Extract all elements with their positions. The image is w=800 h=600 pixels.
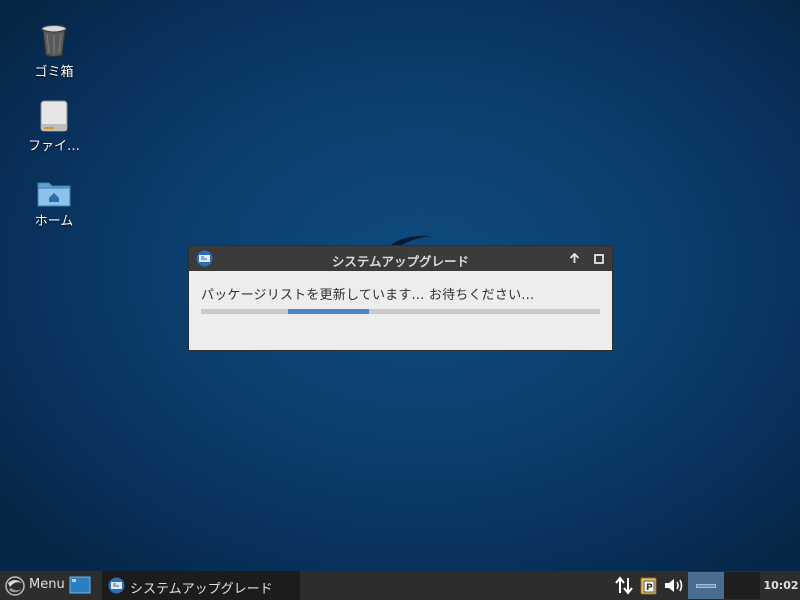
workspace-2[interactable] — [724, 572, 760, 599]
taskbar: Menu システムアップグレード P 10:02 — [0, 571, 800, 600]
maximize-icon — [593, 253, 604, 264]
workspace-window-preview — [696, 584, 716, 588]
drive-icon — [40, 100, 68, 132]
progress-bar — [201, 309, 600, 314]
desktop-icon-label: ホーム — [34, 214, 74, 229]
show-desktop-icon[interactable] — [69, 576, 91, 595]
menu-label: Menu — [29, 577, 65, 592]
parcellite-icon[interactable]: P — [640, 576, 658, 595]
app-icon — [108, 577, 125, 594]
clock[interactable]: 10:02 — [762, 571, 800, 600]
trash-icon — [41, 25, 67, 57]
dialog-titlebar[interactable]: システムアップグレード — [189, 246, 612, 271]
xfce-menu-icon — [5, 576, 25, 596]
menu-button[interactable]: Menu — [0, 571, 66, 600]
desktop-icon-label: ゴミ箱 — [34, 65, 74, 80]
desktop-icon-label: ファイ… — [27, 139, 80, 154]
system-upgrade-dialog: システムアップグレード パッケージリストを更新しています... お待ちください.… — [188, 245, 613, 351]
desktop-icon-home[interactable]: ホーム — [19, 179, 89, 229]
task-button-system-upgrade[interactable]: システムアップグレード — [102, 571, 300, 600]
arrow-up-icon — [569, 253, 580, 263]
minimize-button[interactable] — [566, 250, 583, 267]
dialog-title: システムアップグレード — [331, 254, 470, 269]
desktop-icon-trash[interactable]: ゴミ箱 — [19, 24, 89, 80]
task-label: システムアップグレード — [130, 582, 273, 597]
svg-text:P: P — [646, 583, 653, 593]
progress-fill — [287, 309, 370, 314]
volume-icon[interactable] — [663, 576, 685, 595]
maximize-button[interactable] — [590, 250, 607, 267]
workspace-1[interactable] — [688, 572, 724, 599]
home-folder-icon — [37, 182, 71, 207]
status-message: パッケージリストを更新しています... お待ちください... — [201, 288, 535, 303]
network-icon[interactable] — [614, 576, 634, 595]
desktop-icon-filesystem[interactable]: ファイ… — [19, 100, 89, 154]
